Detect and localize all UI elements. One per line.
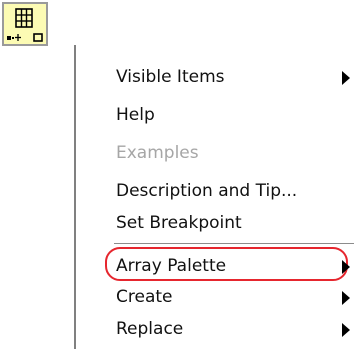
menu-item-label: Replace	[116, 319, 184, 339]
submenu-arrow-icon	[342, 323, 350, 337]
menu-item-label: Examples	[116, 143, 199, 163]
menu-item-help[interactable]: Help	[116, 97, 358, 135]
menu-item-visible-items[interactable]: Visible Items	[116, 59, 358, 97]
menu-item-set-breakpoint[interactable]: Set Breakpoint	[116, 205, 358, 243]
submenu-arrow-icon	[342, 260, 350, 274]
submenu-arrow-icon	[342, 71, 350, 85]
menu-item-label: Visible Items	[116, 67, 225, 87]
terminal-markers-icon	[7, 33, 43, 42]
menu-item-label: Help	[116, 105, 155, 125]
array-grid-icon	[15, 8, 33, 28]
menu-item-label: Create	[116, 287, 173, 307]
menu-item-examples: Examples	[116, 135, 358, 173]
context-menu: Visible Items Help Examples Description …	[74, 45, 358, 349]
menu-separator	[114, 243, 354, 245]
menu-item-replace[interactable]: Replace	[116, 311, 358, 349]
menu-item-label: Set Breakpoint	[116, 213, 242, 233]
array-node-icon[interactable]	[2, 2, 48, 46]
submenu-arrow-icon	[342, 291, 350, 305]
menu-item-label: Description and Tip...	[116, 181, 298, 201]
menu-item-label: Array Palette	[116, 256, 227, 276]
